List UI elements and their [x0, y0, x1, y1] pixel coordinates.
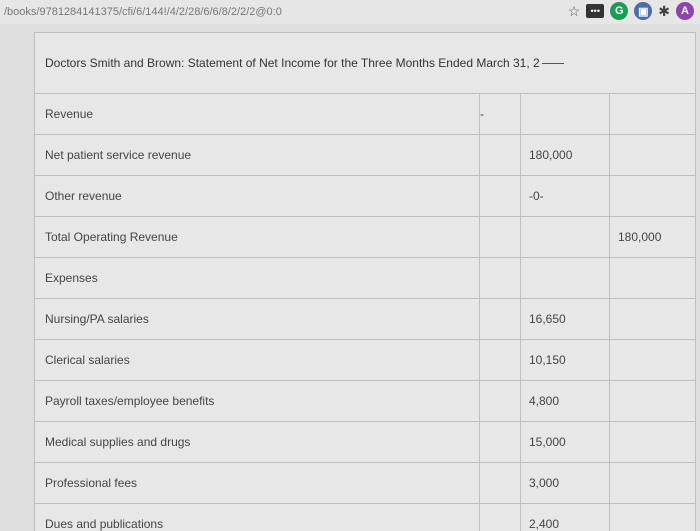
row-value-2	[609, 381, 695, 421]
profile-avatar-icon[interactable]: A	[676, 2, 694, 20]
extension-grammarly-icon[interactable]: G	[610, 2, 628, 20]
row-mid	[479, 381, 520, 421]
row-mid	[479, 258, 520, 298]
row-value-2	[609, 422, 695, 462]
bookmark-star-icon[interactable]: ☆	[568, 3, 581, 20]
row-label: Dues and publications	[35, 517, 479, 531]
toolbar-icons: ☆ ••• G ▣ ✱ A	[568, 2, 694, 20]
row-mid	[479, 176, 520, 216]
row-value-1: 15,000	[520, 422, 609, 462]
row-value-2	[609, 135, 695, 175]
table-row: Dues and publications 2,400	[35, 504, 695, 531]
row-value-2	[609, 176, 695, 216]
table-row: Payroll taxes/employee benefits 4,800	[35, 381, 695, 422]
table-row: Other revenue -0-	[35, 176, 695, 217]
table-row: Expenses	[35, 258, 695, 299]
table-row: Professional fees 3,000	[35, 463, 695, 504]
table-row: Net patient service revenue 180,000	[35, 135, 695, 176]
row-mid	[479, 422, 520, 462]
address-text: /books/9781284141375/cfi/6/144!/4/2/28/6…	[4, 6, 282, 18]
row-value-2	[609, 340, 695, 380]
table-row: Clerical salaries 10,150	[35, 340, 695, 381]
row-mid: -	[479, 94, 520, 134]
row-value-1: 16,650	[520, 299, 609, 339]
income-statement-table: Doctors Smith and Brown: Statement of Ne…	[34, 32, 696, 531]
extensions-puzzle-icon[interactable]: ✱	[658, 3, 670, 20]
row-value-2	[609, 463, 695, 503]
row-value-1: 180,000	[520, 135, 609, 175]
row-value-2	[609, 258, 695, 298]
table-row: Revenue -	[35, 94, 695, 135]
row-value-2	[609, 504, 695, 531]
row-value-1: 4,800	[520, 381, 609, 421]
row-label: Professional fees	[35, 476, 479, 490]
row-value-2: 180,000	[609, 217, 695, 257]
row-mid	[479, 217, 520, 257]
table-row: Medical supplies and drugs 15,000	[35, 422, 695, 463]
row-value-1: 3,000	[520, 463, 609, 503]
row-value-1: -0-	[520, 176, 609, 216]
page-background: Doctors Smith and Brown: Statement of Ne…	[0, 24, 700, 531]
extension-screenshot-icon[interactable]: ▣	[634, 2, 652, 20]
browser-address-bar: /books/9781284141375/cfi/6/144!/4/2/28/6…	[0, 0, 700, 24]
row-value-2	[609, 94, 695, 134]
row-label: Clerical salaries	[35, 353, 479, 367]
row-value-1	[520, 258, 609, 298]
row-value-1: 10,150	[520, 340, 609, 380]
row-label: Revenue	[35, 107, 479, 121]
reader-icon[interactable]: •••	[586, 4, 604, 18]
row-mid	[479, 504, 520, 531]
row-mid	[479, 135, 520, 175]
year-blank	[542, 63, 564, 64]
row-label: Other revenue	[35, 189, 479, 203]
row-label: Medical supplies and drugs	[35, 435, 479, 449]
row-value-1	[520, 217, 609, 257]
statement-title: Doctors Smith and Brown: Statement of Ne…	[45, 56, 540, 70]
row-mid	[479, 340, 520, 380]
row-label: Total Operating Revenue	[35, 230, 479, 244]
row-label: Net patient service revenue	[35, 148, 479, 162]
row-value-2	[609, 299, 695, 339]
statement-title-row: Doctors Smith and Brown: Statement of Ne…	[35, 33, 695, 94]
row-label: Nursing/PA salaries	[35, 312, 479, 326]
row-value-1	[520, 94, 609, 134]
row-label: Payroll taxes/employee benefits	[35, 394, 479, 408]
row-value-1: 2,400	[520, 504, 609, 531]
row-mid	[479, 463, 520, 503]
row-mid	[479, 299, 520, 339]
row-label: Expenses	[35, 271, 479, 285]
table-row: Total Operating Revenue 180,000	[35, 217, 695, 258]
table-row: Nursing/PA salaries 16,650	[35, 299, 695, 340]
